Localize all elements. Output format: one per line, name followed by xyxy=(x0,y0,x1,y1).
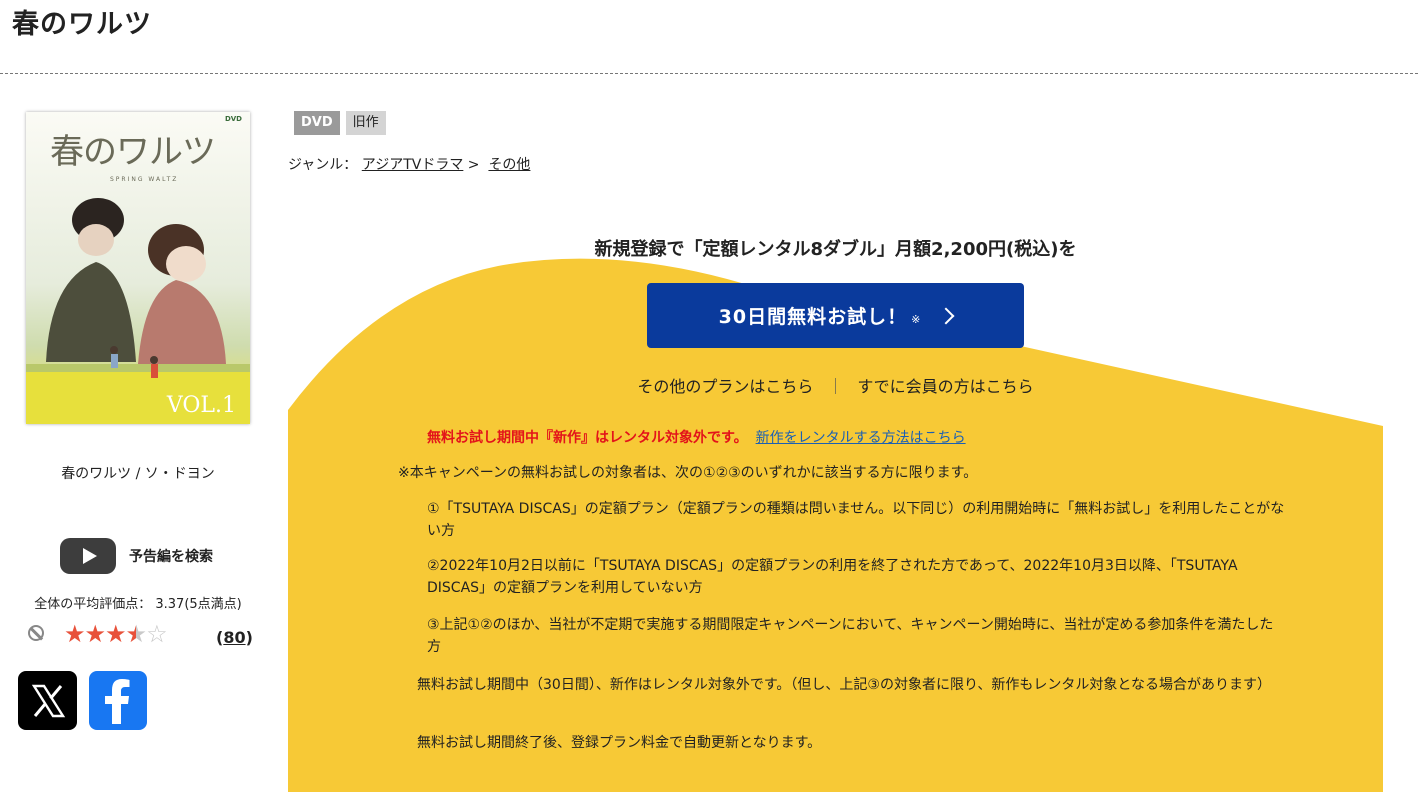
share-x-button[interactable] xyxy=(18,671,77,730)
release-status-badge: 旧作 xyxy=(345,111,386,135)
star-full-icon: ★ xyxy=(105,620,126,648)
x-logo-icon xyxy=(31,684,65,717)
cover-brand: DVD xyxy=(224,115,242,123)
member-login-link[interactable]: すでに会員の方はこちら xyxy=(857,377,1033,396)
genre-link-other[interactable]: その他 xyxy=(488,157,530,173)
title-divider xyxy=(0,73,1418,74)
average-rating-label: 全体の平均評価点： 3.37(5点満点) xyxy=(34,597,242,612)
rating-row: ★★★★☆ (80) xyxy=(28,620,258,651)
review-count-link[interactable]: 80 xyxy=(223,628,245,647)
format-badge: DVD xyxy=(294,111,340,135)
condition-item: ③上記①②のほか、当社が不定期で実施する期間限定キャンペーンにおいて、キャンペー… xyxy=(427,617,1274,655)
conditions-intro: ※本キャンペーンの無料お試しの対象者は、次の①②③のいずれかに該当する方に限りま… xyxy=(398,465,978,481)
share-facebook-button[interactable] xyxy=(89,671,147,730)
prohibited-icon[interactable] xyxy=(28,625,44,641)
review-count: (80) xyxy=(216,628,253,647)
chevron-right-icon xyxy=(937,307,955,324)
genre-label: ジャンル： xyxy=(288,157,358,173)
cover-title: 春のワルツ xyxy=(50,132,216,172)
campaign-heading: 新規登録で「定額レンタル8ダブル」月額2,200円(税込)を xyxy=(594,239,1077,260)
youtube-play-icon xyxy=(60,538,116,574)
star-full-icon: ★ xyxy=(64,620,85,648)
facebook-logo-icon xyxy=(105,678,130,724)
trailer-search-button[interactable]: 予告編を検索 xyxy=(60,538,213,574)
genre-arrow: > xyxy=(467,157,480,173)
condition-item: ②2022年10月2日以前に「TSUTAYA DISCAS」の定額プランの利用を… xyxy=(427,558,1238,596)
new-release-warning: 無料お試し期間中『新作』はレンタル対象外です。 xyxy=(427,430,748,446)
new-release-notice: 無料お試し期間中『新作』はレンタル対象外です。 新作をレンタルする方法はこちら xyxy=(427,427,966,447)
link-separator: ｜ xyxy=(827,377,844,396)
page-title: 春のワルツ xyxy=(12,9,152,40)
free-trial-note-mark: ※ xyxy=(911,313,921,326)
star-empty-icon: ☆ xyxy=(146,620,167,648)
new-release-rental-link[interactable]: 新作をレンタルする方法はこちら xyxy=(756,430,966,446)
genre-link-asian-tv-drama[interactable]: アジアTVドラマ xyxy=(362,157,464,173)
cover-caption: 春のワルツ / ソ・ドヨン xyxy=(61,466,215,482)
condition-item: ①「TSUTAYA DISCAS」の定額プラン（定額プランの種類は問いません。以… xyxy=(427,501,1285,539)
cover-subtitle: SPRING WALTZ xyxy=(110,176,179,183)
plan-links: その他のプランはこちら ｜ すでに会員の方はこちら xyxy=(288,373,1383,397)
star-full-icon: ★ xyxy=(84,620,106,648)
product-badges: DVD 旧作 xyxy=(294,111,386,135)
star-half-icon: ★ xyxy=(125,620,147,648)
free-trial-label: 30日間無料お試し！ xyxy=(718,306,908,328)
auto-renewal-note: 無料お試し期間終了後、登録プラン料金で自動更新となります。 xyxy=(417,735,822,751)
free-trial-button[interactable]: 30日間無料お試し！ ※ xyxy=(647,283,1024,348)
dvd-cover-image[interactable]: 春のワルツ SPRING WALTZ DVD VOL.1 xyxy=(26,112,250,424)
trial-new-release-note: 無料お試し期間中（30日間）、新作はレンタル対象外です。（但し、上記③の対象者に… xyxy=(417,677,1271,693)
cover-volume: VOL.1 xyxy=(166,393,236,418)
genre-breadcrumb: ジャンル： アジアTVドラマ > その他 xyxy=(288,154,530,174)
trailer-search-label: 予告編を検索 xyxy=(129,549,213,565)
other-plans-link[interactable]: その他のプランはこちら xyxy=(637,377,813,396)
rating-stars: ★★★★☆ xyxy=(64,620,168,648)
